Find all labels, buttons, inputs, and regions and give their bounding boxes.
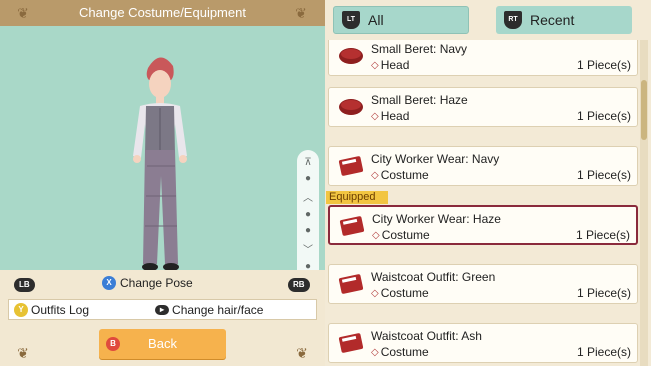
preview-panel: Change Costume/Equipment ❦ ❦ ⊼ ● ︿ ● ● ﹀… <box>0 0 325 366</box>
character-preview[interactable]: ⊼ ● ︿ ● ● ﹀ ● ⊻ <box>0 26 325 270</box>
y-button-icon: Y <box>14 302 28 317</box>
ornament-icon: ❦ <box>17 5 29 21</box>
item-category: ◇ Head <box>371 109 410 123</box>
list-item[interactable]: Waistcoat Outfit: Green ◇ Costume 1 Piece… <box>328 264 638 304</box>
diamond-icon: ◇ <box>371 59 379 71</box>
list-item[interactable]: Waistcoat Outfit: Ash ◇ Costume 1 Piece(s… <box>328 323 638 363</box>
b-button-icon: B <box>106 337 120 351</box>
diamond-icon: ◇ <box>371 287 379 299</box>
tab-all[interactable]: LT All <box>333 6 469 34</box>
rb-button-icon[interactable]: RB <box>288 278 310 292</box>
ornament-icon: ❦ <box>296 345 308 361</box>
x-button-icon: X <box>102 276 116 290</box>
list-item[interactable]: City Worker Wear: Navy ◇ Costume 1 Piece(… <box>328 146 638 186</box>
rotate-icon[interactable]: ● <box>305 209 311 220</box>
list-item[interactable]: Small Beret: Haze ◇ Head 1 Piece(s) <box>328 87 638 127</box>
outfits-log-button[interactable]: Y Outfits Log <box>14 302 90 317</box>
item-category: ◇ Costume <box>371 286 429 300</box>
ornament-icon: ❦ <box>17 345 29 361</box>
costume-book-icon <box>338 333 364 353</box>
item-name: Waistcoat Outfit: Ash <box>371 329 482 343</box>
zoom-in-icon[interactable]: ⊼ <box>304 157 311 168</box>
equipped-badge: Equipped <box>326 191 388 204</box>
item-name: Waistcoat Outfit: Green <box>371 270 496 284</box>
beret-icon <box>339 48 363 64</box>
item-category: ◇ Costume <box>372 228 430 242</box>
item-name: City Worker Wear: Haze <box>372 212 501 226</box>
item-name: Small Beret: Navy <box>371 42 468 56</box>
camera-control-bar[interactable]: ⊼ ● ︿ ● ● ﹀ ● ⊻ <box>297 150 319 270</box>
change-hair-face-button[interactable]: ▸ Change hair/face <box>155 303 263 317</box>
costume-book-icon <box>338 156 364 176</box>
rotate-icon[interactable]: ● <box>305 225 311 236</box>
item-name: Small Beret: Haze <box>371 93 468 107</box>
list-item-equipped[interactable]: City Worker Wear: Haze ◇ Costume 1 Piece(… <box>328 205 638 245</box>
change-hair-face-label: Change hair/face <box>172 302 264 317</box>
tab-recent-label: Recent <box>530 12 575 28</box>
scrollbar[interactable] <box>640 40 648 366</box>
item-count: 1 Piece(s) <box>576 168 631 182</box>
panel-title: Change Costume/Equipment <box>0 0 325 26</box>
item-count: 1 Piece(s) <box>575 228 630 242</box>
diamond-icon: ◇ <box>371 169 379 181</box>
costume-book-icon <box>339 216 365 236</box>
tab-recent[interactable]: RT Recent <box>496 6 632 34</box>
scrollbar-thumb[interactable] <box>641 80 647 140</box>
item-panel: LT All RT Recent Small Beret: Navy ◇ Head… <box>326 0 651 366</box>
controls-area: LB X Change Pose RB Y Outfits Log ▸ Chan… <box>0 270 325 366</box>
costume-book-icon <box>338 274 364 294</box>
item-category: ◇ Costume <box>371 168 429 182</box>
chevron-up-icon[interactable]: ︿ <box>303 189 313 204</box>
change-pose-label: Change Pose <box>120 276 193 290</box>
diamond-icon: ◇ <box>372 229 380 241</box>
chevron-down-icon[interactable]: ﹀ <box>303 241 313 256</box>
back-label: Back <box>148 336 177 351</box>
list-item[interactable]: Small Beret: Navy ◇ Head 1 Piece(s) <box>328 40 638 76</box>
tab-all-label: All <box>368 12 384 28</box>
diamond-icon: ◇ <box>371 346 379 358</box>
lb-button-icon[interactable]: LB <box>14 278 35 292</box>
lt-button-icon: LT <box>342 11 360 29</box>
item-count: 1 Piece(s) <box>576 109 631 123</box>
item-category: ◇ Costume <box>371 345 429 359</box>
change-pose-button[interactable]: X Change Pose <box>102 276 193 290</box>
item-name: City Worker Wear: Navy <box>371 152 500 166</box>
diamond-icon: ◇ <box>371 110 379 122</box>
item-list: Small Beret: Navy ◇ Head 1 Piece(s) Small… <box>326 40 640 366</box>
outfits-log-label: Outfits Log <box>31 302 90 317</box>
back-button[interactable]: B Back <box>99 329 226 359</box>
view-button-icon: ▸ <box>155 304 170 315</box>
item-category: ◇ Head <box>371 58 410 72</box>
beret-icon <box>339 99 363 115</box>
item-count: 1 Piece(s) <box>576 286 631 300</box>
item-count: 1 Piece(s) <box>576 345 631 359</box>
rt-button-icon: RT <box>504 11 522 29</box>
secondary-actions: Y Outfits Log ▸ Change hair/face <box>8 299 317 320</box>
camera-down-icon[interactable]: ● <box>305 261 311 271</box>
ornament-icon: ❦ <box>295 5 307 21</box>
camera-up-icon[interactable]: ● <box>305 173 311 184</box>
item-count: 1 Piece(s) <box>576 58 631 72</box>
filter-tabs: LT All RT Recent <box>326 0 651 40</box>
character-model <box>133 57 187 270</box>
